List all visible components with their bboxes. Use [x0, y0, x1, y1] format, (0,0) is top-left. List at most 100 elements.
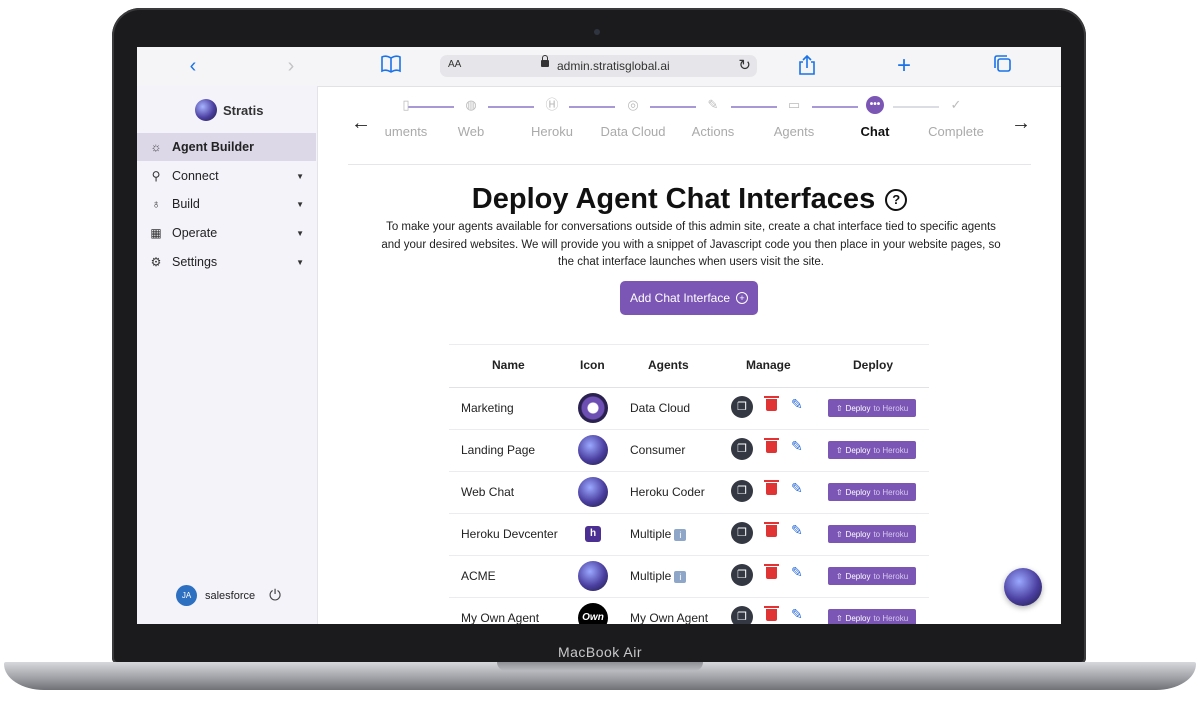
step-label: Data Cloud	[600, 124, 666, 139]
sidebar-item-label: Operate	[172, 226, 218, 240]
deploy-to-heroku-button[interactable]: ⇧ Deploy to Heroku	[828, 483, 916, 501]
row-agents: Multiple i	[630, 527, 687, 541]
step-complete[interactable]: ✓ Complete	[916, 96, 996, 139]
copy-icon[interactable]: ❐	[731, 438, 753, 460]
user-profile[interactable]: JA salesforce ⏻	[176, 585, 281, 606]
sidebar-item-settings[interactable]: ⚙ Settings ▼	[137, 248, 316, 276]
column-header-name: Name	[492, 358, 525, 372]
trash-icon[interactable]	[764, 396, 779, 411]
caret-down-icon: ▼	[296, 257, 304, 267]
upload-icon: ⇧	[835, 445, 843, 455]
sidebar-item-label: Agent Builder	[172, 140, 254, 154]
step-actions[interactable]: ✎ Actions	[673, 96, 753, 139]
info-icon[interactable]: i	[674, 528, 687, 541]
device-label: MacBook Air	[557, 644, 643, 660]
chevron-left-icon[interactable]: ‹	[182, 55, 204, 77]
edit-icon[interactable]: ✎	[791, 480, 803, 497]
row-name: Landing Page	[461, 443, 536, 457]
copy-icon[interactable]: ❐	[731, 396, 753, 418]
book-icon[interactable]	[380, 55, 402, 77]
lightbulb-icon: ♁	[151, 197, 161, 211]
deploy-to-heroku-button[interactable]: ⇧ Deploy to Heroku	[828, 399, 916, 417]
step-web[interactable]: ◍ Web	[431, 96, 511, 139]
upload-icon: ⇧	[835, 613, 843, 623]
edit-icon[interactable]: ✎	[791, 522, 803, 539]
page-title: Deploy Agent Chat Interfaces?	[318, 183, 1061, 216]
wrench-icon: ✎	[707, 97, 719, 112]
deploy-label: Deploy	[845, 571, 871, 581]
text-size-button[interactable]: AA	[448, 59, 461, 70]
row-agents: Consumer	[630, 443, 686, 457]
trash-icon[interactable]	[764, 522, 779, 537]
copy-icon[interactable]: ❐	[731, 564, 753, 586]
row-name: Web Chat	[461, 485, 515, 499]
deploy-label: Deploy	[845, 445, 871, 455]
deploy-target-label: to Heroku	[873, 613, 909, 623]
brand[interactable]: Stratis	[195, 99, 263, 121]
reload-icon[interactable]: ↻	[738, 56, 751, 74]
deploy-target-label: to Heroku	[873, 571, 909, 581]
step-agents[interactable]: ▭ Agents	[754, 96, 834, 139]
plus-circle-icon: +	[736, 292, 749, 304]
copy-icon[interactable]: ❐	[731, 606, 753, 624]
deploy-target-label: to Heroku	[873, 529, 909, 539]
marketing-avatar-icon	[578, 393, 608, 423]
edit-icon[interactable]: ✎	[791, 564, 803, 581]
arrow-right-icon[interactable]: →	[1011, 112, 1031, 135]
heroku-icon: h	[585, 526, 601, 542]
copy-icon[interactable]: ❐	[731, 480, 753, 502]
share-icon[interactable]	[796, 54, 818, 77]
deploy-label: Deploy	[845, 613, 871, 623]
document-icon: ▯	[402, 97, 410, 112]
table-row: ACME Multiple i ❐ ✎ ⇧ Deploy to Heroku	[449, 556, 929, 598]
sidebar-item-operate[interactable]: ▦ Operate ▼	[137, 219, 316, 247]
step-heroku[interactable]: Ⓗ Heroku	[512, 96, 592, 139]
logout-icon[interactable]: ⏻	[269, 587, 281, 604]
data-cloud-icon: ◎	[627, 97, 639, 112]
table-row: Heroku Devcenter h Multiple i ❐ ✎ ⇧ Deploy…	[449, 514, 929, 556]
add-chat-interface-label: Add Chat Interface	[629, 291, 731, 305]
trash-icon[interactable]	[764, 606, 779, 621]
deploy-to-heroku-button[interactable]: ⇧ Deploy to Heroku	[828, 441, 916, 459]
chevron-right-icon[interactable]: ›	[280, 55, 302, 77]
step-chat[interactable]: ••• Chat	[835, 96, 915, 139]
chat-launcher-button[interactable]	[1004, 568, 1042, 606]
upload-icon: ⇧	[835, 571, 843, 581]
chat-icon: •••	[866, 96, 884, 114]
sidebar-item-agent-builder[interactable]: ☼ Agent Builder	[137, 133, 316, 161]
trash-icon[interactable]	[764, 480, 779, 495]
edit-icon[interactable]: ✎	[791, 438, 803, 455]
trash-icon[interactable]	[764, 438, 779, 453]
main-content: ← ▯ uments ◍ Web Ⓗ Heroku ◎ Data Cloud ✎…	[318, 86, 1061, 624]
column-header-deploy: Deploy	[853, 358, 894, 372]
deploy-to-heroku-button[interactable]: ⇧ Deploy to Heroku	[828, 609, 916, 624]
stratis-logo-icon	[578, 477, 608, 507]
add-chat-interface-button[interactable]: Add Chat Interface +	[620, 281, 758, 315]
sidebar-item-connect[interactable]: ⚲ Connect ▼	[137, 162, 316, 190]
trash-icon[interactable]	[764, 564, 779, 579]
check-circle-icon: ✓	[950, 97, 962, 112]
deploy-to-heroku-button[interactable]: ⇧ Deploy to Heroku	[828, 567, 916, 585]
table-row: Marketing Data Cloud ❐ ✎ ⇧ Deploy to Herok…	[449, 388, 929, 430]
edit-icon[interactable]: ✎	[791, 606, 803, 623]
brand-name: Stratis	[223, 102, 264, 118]
edit-icon[interactable]: ✎	[791, 396, 803, 413]
globe-icon: ◍	[465, 97, 477, 112]
upload-icon: ⇧	[835, 529, 843, 539]
address-bar[interactable]: AA admin.stratisglobal.ai ↻	[440, 55, 757, 77]
info-icon[interactable]: i	[674, 570, 687, 583]
plus-icon[interactable]: +	[893, 54, 915, 78]
lock-icon	[541, 55, 549, 67]
tabs-icon[interactable]	[992, 55, 1014, 77]
stratis-logo-icon	[195, 99, 217, 121]
help-icon[interactable]: ?	[885, 189, 908, 212]
copy-icon[interactable]: ❐	[731, 522, 753, 544]
deploy-to-heroku-button[interactable]: ⇧ Deploy to Heroku	[828, 525, 916, 543]
step-label: Actions	[691, 124, 735, 139]
row-agents: My Own Agent	[630, 611, 709, 624]
sidebar-item-build[interactable]: ♁ Build ▼	[137, 190, 316, 218]
browser-toolbar: ‹ › AA admin.stratisglobal.ai ↻ +	[137, 47, 1061, 87]
step-data-cloud[interactable]: ◎ Data Cloud	[593, 96, 673, 139]
table-row: Landing Page Consumer ❐ ✎ ⇧ Deploy to Hero…	[449, 430, 929, 472]
row-agents-text: Multiple	[630, 569, 672, 583]
